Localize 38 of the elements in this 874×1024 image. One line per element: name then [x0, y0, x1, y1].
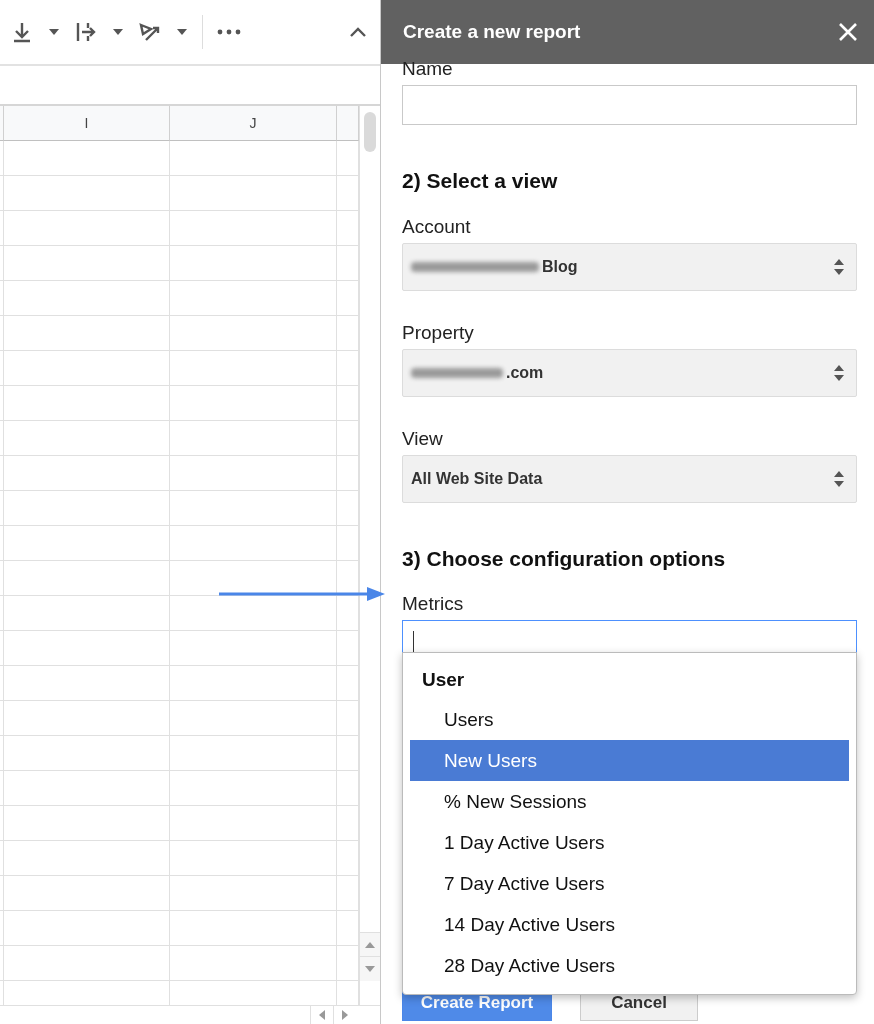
- section-heading: 3) Choose configuration options: [402, 547, 727, 571]
- select-field[interactable]: Blog: [402, 243, 857, 291]
- scroll-down-button[interactable]: [360, 956, 380, 981]
- scrollbar-thumb[interactable]: [364, 112, 376, 152]
- menu-option[interactable]: 14 Day Active Users: [410, 904, 849, 945]
- menu-option[interactable]: 28 Day Active Users: [410, 945, 849, 986]
- menu-option[interactable]: % New Sessions: [410, 781, 849, 822]
- menu-option[interactable]: 1 Day Active Users: [410, 822, 849, 863]
- section-heading: 2) Select a view: [402, 169, 559, 193]
- caret-icon[interactable]: [48, 28, 60, 36]
- more-icon[interactable]: [217, 29, 241, 35]
- split-columns-icon[interactable]: [74, 20, 98, 44]
- column-header[interactable]: J: [170, 106, 337, 141]
- group-label: User: [421, 668, 466, 692]
- sort-arrows-icon: [834, 365, 844, 381]
- close-icon[interactable]: [838, 22, 858, 42]
- select-field[interactable]: All Web Site Data: [402, 455, 857, 503]
- sort-arrows-icon: [834, 259, 844, 275]
- caret-icon[interactable]: [176, 28, 188, 36]
- menu-option[interactable]: New Users: [410, 740, 849, 781]
- caret-icon[interactable]: [112, 28, 124, 36]
- scroll-up-button[interactable]: [360, 932, 380, 957]
- select-field[interactable]: .com: [402, 349, 857, 397]
- column-header[interactable]: I: [4, 106, 170, 141]
- field-label: Property: [402, 322, 475, 344]
- triangle-up-icon: [365, 942, 375, 948]
- triangle-left-icon: [319, 1010, 325, 1020]
- field-label: Metrics: [402, 593, 465, 615]
- menu-option[interactable]: 7 Day Active Users: [410, 863, 849, 904]
- dialog-title: Create a new report: [403, 21, 581, 43]
- field-label: View: [402, 428, 444, 450]
- name-field[interactable]: [402, 85, 857, 125]
- triangle-down-icon: [365, 966, 375, 972]
- field-label: Name: [402, 58, 454, 80]
- field-label: Account: [402, 216, 472, 238]
- triangle-right-icon: [342, 1010, 348, 1020]
- sort-arrows-icon: [834, 471, 844, 487]
- menu-option[interactable]: Users: [410, 699, 849, 740]
